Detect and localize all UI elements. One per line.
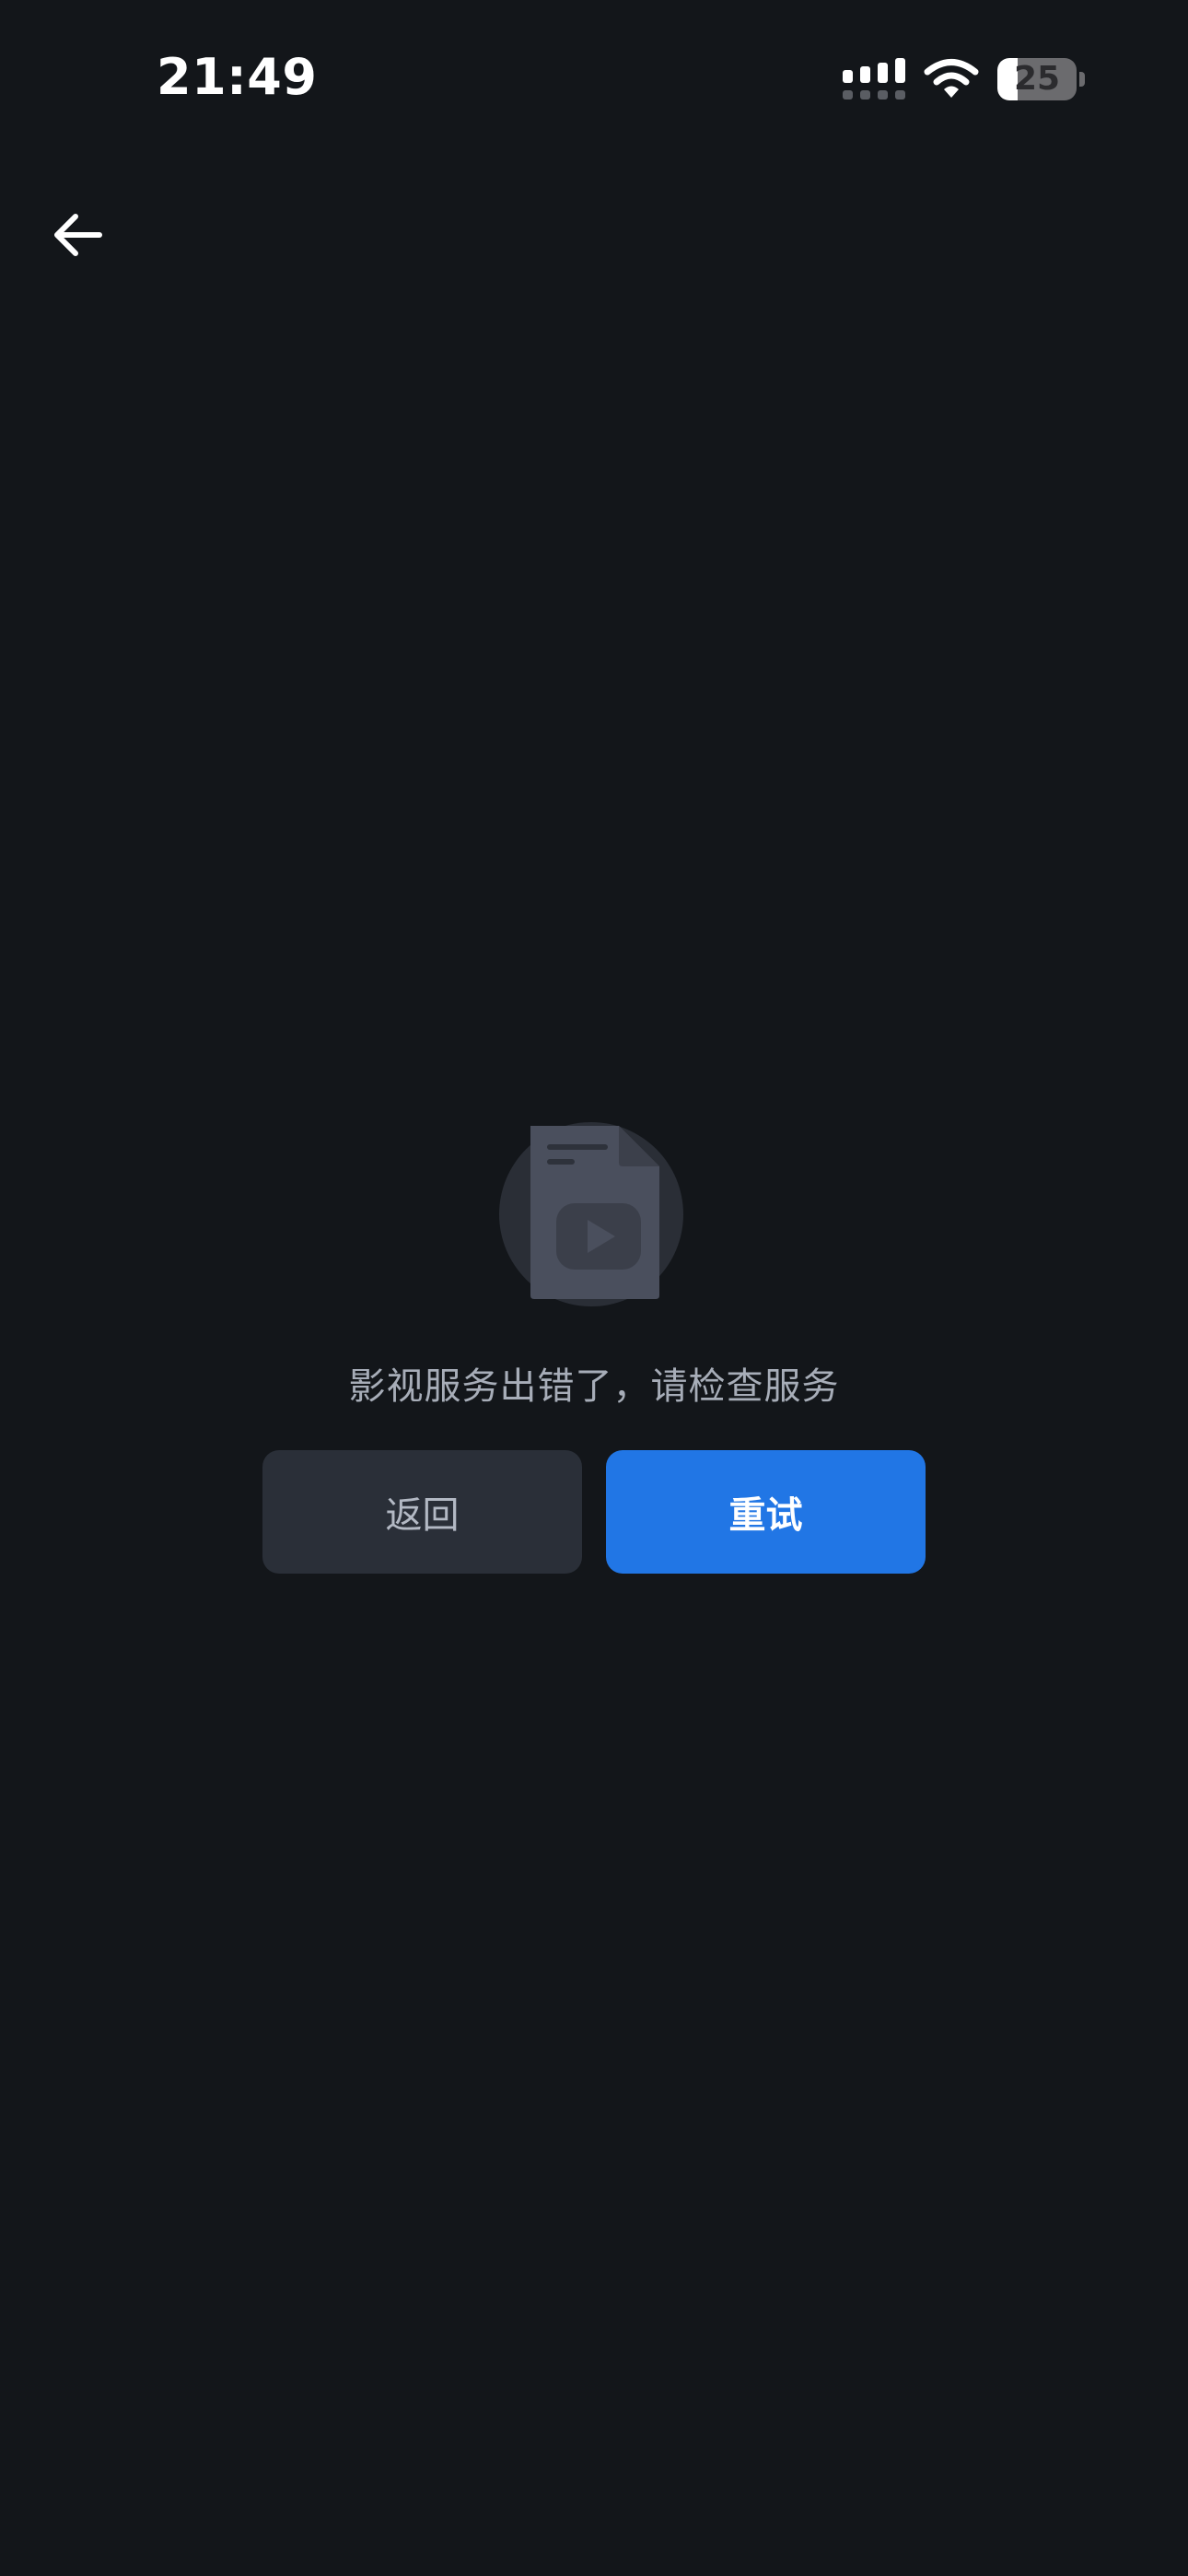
battery-icon: 25 (997, 58, 1086, 100)
status-time: 21:49 (157, 48, 318, 106)
battery-cap (1079, 72, 1085, 87)
video-file-icon (499, 1122, 683, 1306)
back-button[interactable] (41, 193, 114, 276)
back-text-button[interactable]: 返回 (262, 1450, 582, 1574)
error-message: 影视服务出错了，请检查服务 (348, 1365, 840, 1408)
cellular-signal-icon (843, 58, 905, 100)
battery-body: 25 (997, 58, 1077, 100)
arrow-left-icon (54, 214, 102, 256)
retry-button[interactable]: 重试 (606, 1450, 926, 1574)
status-bar: 21:49 25 (0, 0, 1188, 157)
battery-level: 25 (1013, 60, 1061, 98)
wifi-icon (924, 59, 979, 98)
